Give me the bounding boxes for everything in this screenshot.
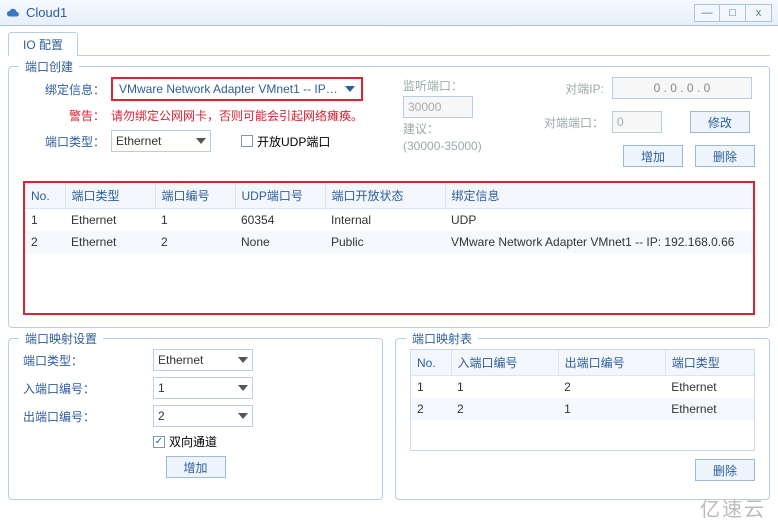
ms-port-type-label: 端口类型：	[23, 352, 113, 369]
modify-button[interactable]: 修改	[690, 111, 750, 133]
col-udp[interactable]: UDP端口号	[235, 183, 325, 209]
map-setting-fieldset: 端口映射设置 端口类型： Ethernet 入端口编号： 1 出端口编号： 2 …	[8, 338, 383, 500]
mcol-out[interactable]: 出端口编号	[558, 350, 665, 376]
col-type[interactable]: 端口类型	[65, 183, 155, 209]
maximize-button[interactable]: □	[720, 4, 746, 22]
tab-io-config[interactable]: IO 配置	[8, 32, 78, 56]
chevron-down-icon	[345, 86, 355, 92]
warning-text: 请勿绑定公网网卡，否则可能会引起网络瘫痪。	[111, 107, 363, 124]
listen-port-label: 监听端口：	[403, 77, 463, 94]
col-state[interactable]: 端口开放状态	[325, 183, 445, 209]
cloud-icon	[6, 6, 20, 20]
col-no[interactable]: No.	[25, 183, 65, 209]
port-type-label: 端口类型：	[23, 133, 105, 150]
watermark: 亿速云	[700, 493, 766, 522]
map-table-legend: 端口映射表	[406, 330, 478, 347]
port-type-select[interactable]: Ethernet	[111, 130, 211, 152]
window-title: Cloud1	[26, 5, 694, 20]
table-row[interactable]: 221Ethernet	[411, 398, 754, 420]
warning-label: 警告：	[23, 107, 105, 124]
map-table: No. 入端口编号 出端口编号 端口类型 112Ethernet221Ether…	[411, 350, 754, 420]
ms-in-label: 入端口编号：	[23, 380, 113, 397]
col-bind[interactable]: 绑定信息	[445, 183, 753, 209]
mcol-no[interactable]: No.	[411, 350, 451, 376]
peer-ip-label: 对端IP:	[544, 80, 604, 97]
port-table: No. 端口类型 端口编号 UDP端口号 端口开放状态 绑定信息 1Ethern…	[25, 183, 753, 253]
bidi-checkbox[interactable]: 双向通道	[153, 433, 217, 450]
ms-add-button[interactable]: 增加	[166, 456, 226, 478]
chevron-down-icon	[238, 413, 248, 419]
close-button[interactable]: x	[746, 4, 772, 22]
add-button[interactable]: 增加	[623, 145, 683, 167]
bind-info-value: VMware Network Adapter VMnet1 -- IP: 192…	[119, 82, 341, 96]
titlebar: Cloud1 — □ x	[0, 0, 778, 26]
minimize-button[interactable]: —	[694, 4, 720, 22]
tabbar: IO 配置	[8, 32, 770, 56]
suggest-label: 建议：	[403, 120, 439, 137]
port-table-highlight: No. 端口类型 端口编号 UDP端口号 端口开放状态 绑定信息 1Ethern…	[23, 181, 755, 315]
col-num[interactable]: 端口编号	[155, 183, 235, 209]
mcol-in[interactable]: 入端口编号	[451, 350, 558, 376]
chevron-down-icon	[238, 385, 248, 391]
bind-info-label: 绑定信息：	[23, 81, 105, 98]
table-row[interactable]: 2Ethernet2NonePublicVMware Network Adapt…	[25, 231, 753, 253]
table-row[interactable]: 112Ethernet	[411, 376, 754, 399]
mcol-type[interactable]: 端口类型	[665, 350, 754, 376]
peer-port-input[interactable]	[612, 111, 662, 133]
open-udp-checkbox[interactable]: 开放UDP端口	[241, 133, 330, 150]
mt-delete-button[interactable]: 删除	[695, 459, 755, 481]
ms-in-select[interactable]: 1	[153, 377, 253, 399]
chevron-down-icon	[196, 138, 206, 144]
ms-out-label: 出端口编号：	[23, 408, 113, 425]
ms-port-type-select[interactable]: Ethernet	[153, 349, 253, 371]
map-table-fieldset: 端口映射表 No. 入端口编号 出端口编号 端口类型 112Ethernet22…	[395, 338, 770, 500]
map-setting-legend: 端口映射设置	[19, 330, 103, 347]
delete-button[interactable]: 删除	[695, 145, 755, 167]
port-create-legend: 端口创建	[19, 58, 79, 75]
bind-info-dropdown[interactable]: VMware Network Adapter VMnet1 -- IP: 192…	[111, 77, 363, 101]
table-row[interactable]: 1Ethernet160354InternalUDP	[25, 209, 753, 232]
peer-port-label: 对端端口：	[544, 114, 604, 131]
ms-out-select[interactable]: 2	[153, 405, 253, 427]
listen-port-input[interactable]	[403, 96, 473, 118]
peer-ip-input[interactable]: 0 . 0 . 0 . 0	[612, 77, 752, 99]
chevron-down-icon	[238, 357, 248, 363]
port-create-fieldset: 端口创建 绑定信息： VMware Network Adapter VMnet1…	[8, 66, 770, 328]
suggest-range: (30000-35000)	[403, 139, 482, 153]
